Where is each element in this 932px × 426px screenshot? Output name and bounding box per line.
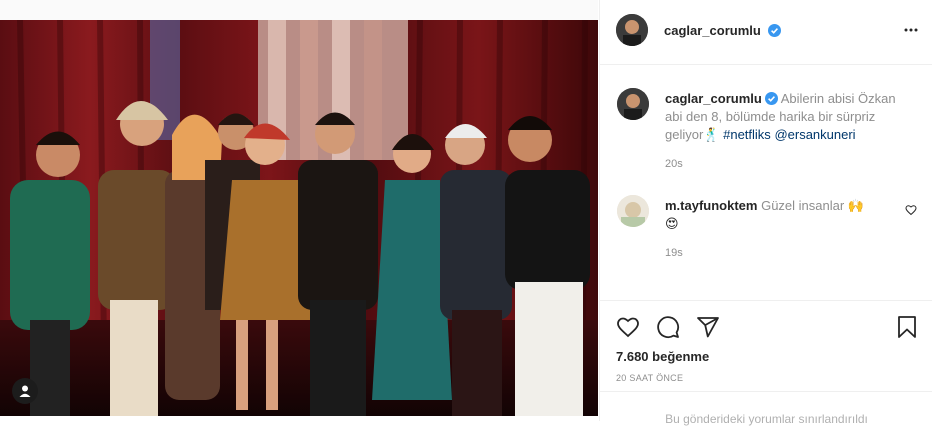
caption-time[interactable]: 20s bbox=[665, 158, 683, 170]
share-button[interactable] bbox=[696, 315, 720, 344]
comments-limited-notice: Bu gönderideki yorumlar sınırlandırıldı bbox=[600, 391, 932, 426]
paper-plane-icon bbox=[697, 317, 719, 338]
more-options-icon bbox=[904, 28, 918, 32]
author-avatar-image bbox=[616, 14, 648, 46]
commenter-avatar[interactable] bbox=[617, 195, 649, 227]
verified-badge-icon bbox=[768, 24, 782, 37]
post-photo[interactable] bbox=[0, 20, 598, 416]
author-avatar[interactable] bbox=[616, 14, 648, 46]
commenter-username[interactable]: m.tayfunoktem bbox=[665, 198, 757, 213]
caption-emoji: 🕺 bbox=[703, 127, 720, 142]
commenter-avatar-image bbox=[617, 195, 649, 227]
caption-comment: caglar_corumlu Abilerin abisi Özkan abi … bbox=[617, 88, 917, 178]
likes-count[interactable]: 7.680 beğenme bbox=[616, 349, 709, 364]
post-photo-image bbox=[0, 20, 598, 416]
tagged-users-button[interactable] bbox=[12, 378, 38, 404]
verified-badge-icon bbox=[764, 92, 778, 105]
tagged-user-icon bbox=[19, 385, 31, 397]
comment-text: m.tayfunoktem Güzel insanlar 🙌 😍 bbox=[665, 197, 885, 233]
caption-avatar[interactable] bbox=[617, 88, 649, 120]
comment-item: m.tayfunoktem Güzel insanlar 🙌 😍 19s bbox=[617, 195, 917, 265]
post-actions: 7.680 beğenme 20 SAAT ÖNCE bbox=[600, 300, 932, 391]
bookmark-icon bbox=[898, 316, 916, 338]
heart-icon bbox=[617, 317, 639, 338]
comment-time[interactable]: 19s bbox=[665, 247, 683, 259]
comment-emoji-heart-eyes: 😍 bbox=[665, 216, 679, 231]
more-options-button[interactable] bbox=[903, 22, 919, 43]
heart-icon bbox=[905, 205, 917, 216]
caption-username[interactable]: caglar_corumlu bbox=[665, 91, 762, 106]
comment-body: Güzel insanlar bbox=[761, 198, 845, 213]
save-button[interactable] bbox=[896, 315, 918, 344]
caption-text: caglar_corumlu Abilerin abisi Özkan abi … bbox=[665, 90, 910, 144]
post-sidebar: caglar_corumlu caglar_corumlu Abilerin a… bbox=[599, 0, 932, 426]
like-button[interactable] bbox=[616, 315, 640, 344]
top-strip bbox=[0, 0, 598, 20]
author-username[interactable]: caglar_corumlu bbox=[664, 23, 761, 38]
caption-avatar-image bbox=[617, 88, 649, 120]
comment-like-button[interactable] bbox=[905, 203, 917, 221]
comment-bubble-icon bbox=[657, 316, 680, 339]
post-timestamp[interactable]: 20 SAAT ÖNCE bbox=[616, 373, 683, 383]
post-header: caglar_corumlu bbox=[600, 0, 932, 65]
mention-link[interactable]: @ersankuneri bbox=[774, 127, 855, 142]
comment-button[interactable] bbox=[656, 315, 680, 344]
hashtag-link[interactable]: #netfliks bbox=[723, 127, 771, 142]
comment-emoji-hands: 🙌 bbox=[847, 198, 865, 213]
